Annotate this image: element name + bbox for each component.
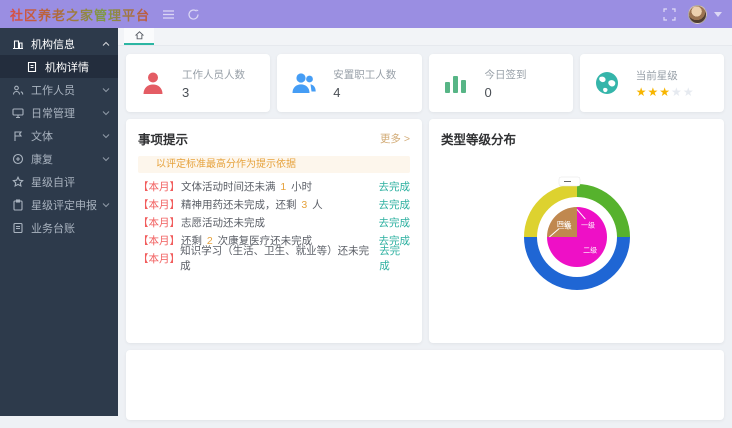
chevron-down-icon [102, 109, 110, 117]
user-avatar[interactable] [688, 5, 707, 24]
chevron-down-icon [102, 155, 110, 163]
go-complete-link[interactable]: 去完成 [379, 179, 411, 194]
star-rating: ★★★★★ [636, 86, 695, 98]
stat-label: 今日签到 [485, 67, 527, 82]
month-tag: 【本月】 [138, 215, 180, 230]
people-icon [12, 84, 24, 96]
month-tag: 【本月】 [138, 197, 180, 212]
sidebar-item-label: 业务台账 [31, 220, 75, 236]
sidebar-item-label: 机构详情 [45, 59, 89, 75]
type-level-donut-chart[interactable]: 一级二级三级四级 [498, 158, 656, 316]
chevron-down-icon [102, 201, 110, 209]
sidebar-item-daily-mgmt[interactable]: 日常管理 [0, 101, 118, 124]
go-complete-link[interactable]: 去完成 [379, 197, 411, 212]
chevron-down-icon[interactable] [714, 12, 722, 17]
type-level-chart-panel: 类型等级分布 一级二级三级四级 [429, 119, 724, 343]
reminder-text: 精神用药还未完成，还剩 3 人 [181, 197, 323, 212]
star-icon: ★ [671, 85, 683, 99]
stat-value: 4 [333, 85, 396, 100]
stat-value: 0 [485, 85, 527, 100]
chevron-up-icon [102, 40, 110, 48]
stat-card-current-star-level: 当前星级 ★★★★★ [580, 54, 724, 112]
tab-home[interactable] [124, 28, 154, 45]
stat-card-today-checkin: 今日签到 0 [429, 54, 573, 112]
reminder-item: 【本月】 知识学习（生活、卫生、就业等）还未完成 去完成 [138, 249, 410, 267]
monitor-icon [12, 107, 24, 119]
sidebar-item-org-detail[interactable]: 机构详情 [0, 55, 118, 78]
sidebar-item-org-info[interactable]: 机构信息 [0, 32, 118, 55]
sidebar-item-star-self-eval[interactable]: 星级自评 [0, 170, 118, 193]
clipboard-icon [12, 199, 24, 211]
sidebar-item-rehab[interactable]: 康复 [0, 147, 118, 170]
stat-card-placed-workers: 安置职工人数 4 [277, 54, 421, 112]
stat-value: 3 [182, 85, 245, 100]
sidebar-item-culture-sports[interactable]: 文体 [0, 124, 118, 147]
medical-cross-icon [12, 153, 24, 165]
svg-text:四级: 四级 [556, 219, 570, 228]
svg-text:二级: 二级 [583, 246, 597, 255]
bottom-empty-card [126, 350, 724, 420]
sidebar-item-label: 星级自评 [31, 174, 75, 190]
collapse-menu-icon[interactable] [162, 8, 175, 21]
star-icon [12, 176, 24, 188]
stats-row: 工作人员人数 3 安置职工人数 4 [126, 54, 724, 112]
app-title: 社区养老之家管理平台 [10, 5, 150, 24]
chevron-down-icon [102, 132, 110, 140]
building-icon [12, 38, 24, 50]
home-icon [134, 30, 145, 41]
bar-chart-icon [441, 68, 471, 98]
go-complete-link[interactable]: 去完成 [379, 215, 411, 230]
reminder-item: 【本月】 志愿活动还未完成 去完成 [138, 213, 410, 231]
month-tag: 【本月】 [138, 179, 180, 194]
notice-bar: 以评定标准最高分作为提示依据 [138, 156, 410, 173]
reminder-text: 志愿活动还未完成 [181, 215, 269, 230]
more-link[interactable]: 更多 > [380, 131, 410, 146]
people-icon [289, 68, 319, 98]
sidebar-item-label: 机构信息 [31, 36, 75, 52]
reminders-title: 事项提示 [138, 129, 188, 148]
stat-card-staff-count: 工作人员人数 3 [126, 54, 270, 112]
document-icon [26, 61, 38, 73]
sidebar-item-staff[interactable]: 工作人员 [0, 78, 118, 101]
reminders-panel: 事项提示 更多 > 以评定标准最高分作为提示依据 【本月】 文体活动时间还未满 … [126, 119, 422, 343]
star-icon: ★ [636, 85, 648, 99]
reminder-item: 【本月】 文体活动时间还未满 1 小时 去完成 [138, 177, 410, 195]
reminder-item: 【本月】 精神用药还未完成，还剩 3 人 去完成 [138, 195, 410, 213]
sidebar-item-label: 康复 [31, 151, 53, 167]
main-area: 工作人员人数 3 安置职工人数 4 [118, 28, 732, 416]
chart-title: 类型等级分布 [441, 129, 516, 148]
reminder-text: 知识学习（生活、卫生、就业等）还未完成 [180, 243, 379, 273]
app-header: 社区养老之家管理平台 [0, 0, 732, 28]
sidebar-item-label: 星级评定申报 [31, 197, 97, 213]
stat-label: 工作人员人数 [182, 67, 245, 82]
month-tag: 【本月】 [138, 251, 179, 266]
go-complete-link[interactable]: 去完成 [379, 243, 410, 273]
globe-icon [592, 68, 622, 98]
star-icon: ★ [683, 85, 695, 99]
fullscreen-icon[interactable] [663, 8, 676, 21]
tab-bar [118, 28, 732, 46]
star-icon: ★ [659, 85, 671, 99]
stat-label: 当前星级 [636, 68, 695, 83]
sidebar-item-label: 文体 [31, 128, 53, 144]
sidebar-item-star-rating-apply[interactable]: 星级评定申报 [0, 193, 118, 216]
ledger-icon [12, 222, 24, 234]
stat-label: 安置职工人数 [333, 67, 396, 82]
month-tag: 【本月】 [138, 233, 180, 248]
person-icon [138, 68, 168, 98]
svg-text:一级: 一级 [581, 220, 595, 229]
reminder-list: 【本月】 文体活动时间还未满 1 小时 去完成 【本月】 精神用药还未完成，还剩… [138, 177, 410, 267]
chart-tooltip [559, 177, 580, 186]
flag-icon [12, 130, 24, 142]
sidebar: 机构信息 机构详情 工作人员 日常管理 文体 康复 星级自评 [0, 28, 118, 416]
chevron-down-icon [102, 86, 110, 94]
reminder-text: 文体活动时间还未满 1 小时 [181, 179, 312, 194]
sidebar-item-label: 日常管理 [31, 105, 75, 121]
sidebar-item-business-ledger[interactable]: 业务台账 [0, 216, 118, 239]
sidebar-item-label: 工作人员 [31, 82, 75, 98]
refresh-icon[interactable] [187, 8, 200, 21]
star-icon: ★ [648, 85, 660, 99]
